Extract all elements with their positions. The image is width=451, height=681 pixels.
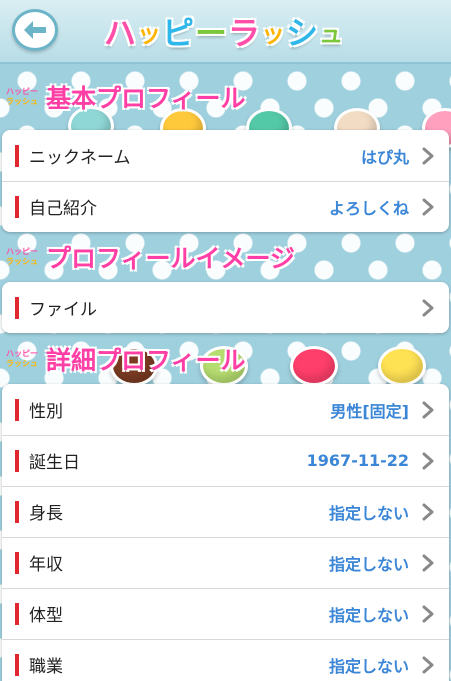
row-value: はぴ丸: [360, 147, 409, 167]
row-value: 指定しない: [328, 656, 409, 676]
logo-char: ュ: [319, 19, 345, 48]
row-value: 指定しない: [328, 554, 409, 574]
mini-logo-line: ハッピー: [6, 247, 38, 256]
mini-logo-line: ラッシュ: [6, 359, 38, 368]
mini-logo-line: ラッシュ: [6, 257, 38, 266]
back-button[interactable]: [12, 9, 58, 51]
row-value: よろしくね: [328, 198, 409, 218]
row-occupation[interactable]: 職業 指定しない: [2, 639, 449, 681]
chevron-right-icon: [421, 400, 435, 420]
chevron-right-icon: [421, 298, 435, 318]
logo-char: シ: [286, 14, 320, 52]
row-value: 指定しない: [328, 503, 409, 523]
logo-char: ー: [195, 14, 229, 52]
chevron-right-icon: [421, 146, 435, 166]
mini-logo-icon: ハッピー ラッシュ: [6, 346, 40, 372]
row-value: 1967-11-22: [306, 451, 409, 470]
logo-char: ラ: [228, 14, 262, 52]
section-title-basic-profile: ハッピー ラッシュ 基本プロフィール: [6, 80, 246, 114]
row-label: 身長: [29, 504, 63, 524]
row-file[interactable]: ファイル: [2, 282, 449, 333]
section-heading: 基本プロフィール: [46, 84, 246, 113]
row-label: 体型: [29, 606, 63, 626]
row-accent-bar: [15, 653, 19, 676]
mini-logo-icon: ハッピー ラッシュ: [6, 84, 40, 110]
row-birthday[interactable]: 誕生日 1967-11-22: [2, 435, 449, 486]
row-label: ニックネーム: [29, 148, 131, 168]
row-nickname[interactable]: ニックネーム はぴ丸: [2, 130, 449, 181]
row-label: 自己紹介: [29, 199, 97, 219]
app-logo: ハ ッ ピ ー ラ ッ シ ュ: [104, 9, 344, 53]
mini-logo-line: ハッピー: [6, 87, 38, 96]
row-label: 誕生日: [29, 453, 80, 473]
profile-image-card: ファイル: [2, 282, 449, 333]
row-annual-income[interactable]: 年収 指定しない: [2, 537, 449, 588]
section-title-detailed-profile: ハッピー ラッシュ 詳細プロフィール: [6, 342, 246, 376]
decor-ball: [290, 346, 338, 386]
detailed-profile-card: 性別 男性[固定] 誕生日 1967-11-22 身長 指定しない 年収 指定し…: [2, 384, 449, 681]
row-accent-bar: [15, 551, 19, 574]
logo-char: ッ: [261, 19, 287, 48]
chevron-right-icon: [421, 604, 435, 624]
mini-logo-icon: ハッピー ラッシュ: [6, 244, 40, 270]
section-title-profile-image: ハッピー ラッシュ プロフィールイメージ: [6, 240, 295, 274]
row-accent-bar: [15, 144, 19, 167]
row-accent-bar: [15, 500, 19, 523]
logo-char: ハ: [103, 14, 137, 52]
mini-logo-line: ラッシュ: [6, 97, 38, 106]
chevron-right-icon: [421, 197, 435, 217]
row-label: 年収: [29, 555, 63, 575]
chevron-right-icon: [421, 451, 435, 471]
row-label: ファイル: [29, 300, 97, 320]
row-accent-bar: [15, 398, 19, 421]
row-accent-bar: [15, 195, 19, 218]
decor-ball: [378, 346, 426, 386]
section-heading: 詳細プロフィール: [46, 346, 246, 375]
app-header: ハ ッ ピ ー ラ ッ シ ュ: [0, 0, 451, 64]
basic-profile-card: ニックネーム はぴ丸 自己紹介 よろしくね: [2, 130, 449, 232]
row-value: 男性[固定]: [330, 401, 409, 421]
section-heading: プロフィールイメージ: [46, 244, 296, 273]
row-value: 指定しない: [328, 605, 409, 625]
logo-char: ピ: [161, 14, 195, 52]
row-body-type[interactable]: 体型 指定しない: [2, 588, 449, 639]
logo-char: ッ: [136, 19, 162, 48]
chevron-right-icon: [421, 655, 435, 675]
mini-logo-line: ハッピー: [6, 349, 38, 358]
row-label: 職業: [29, 657, 63, 677]
chevron-right-icon: [421, 553, 435, 573]
row-accent-bar: [15, 602, 19, 625]
row-gender[interactable]: 性別 男性[固定]: [2, 384, 449, 435]
chevron-right-icon: [421, 502, 435, 522]
row-accent-bar: [15, 296, 19, 319]
row-accent-bar: [15, 449, 19, 472]
back-arrow-icon: [24, 21, 46, 39]
row-label: 性別: [29, 402, 63, 422]
row-self-introduction[interactable]: 自己紹介 よろしくね: [2, 181, 449, 232]
row-height[interactable]: 身長 指定しない: [2, 486, 449, 537]
